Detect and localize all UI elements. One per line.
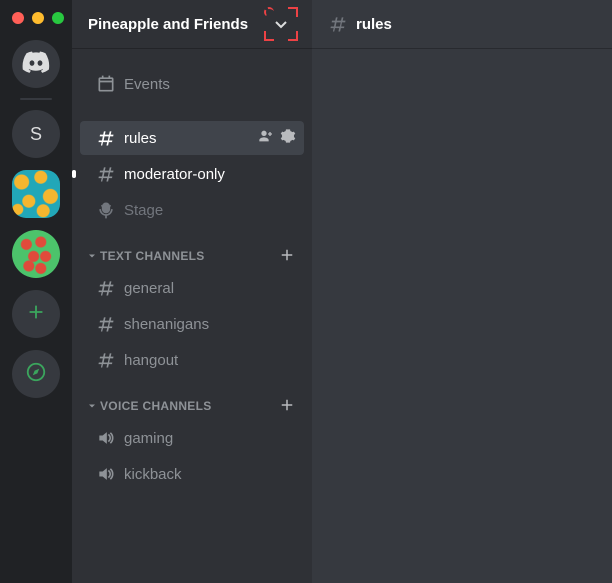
channel-gaming[interactable]: gaming (80, 421, 304, 455)
channel-label: moderator-only (124, 166, 296, 183)
server-header[interactable]: Pineapple and Friends (72, 0, 312, 48)
channel-label: general (124, 280, 296, 297)
plus-icon (25, 301, 47, 328)
create-channel-button[interactable] (278, 396, 296, 417)
channel-kickback[interactable]: kickback (80, 457, 304, 491)
channel-label: Stage (124, 202, 296, 219)
channel-moderator-only[interactable]: moderator-only (80, 157, 304, 191)
home-button[interactable] (12, 40, 60, 88)
caret-down-icon (86, 250, 98, 262)
channel-shenanigans[interactable]: shenanigans (80, 307, 304, 341)
channel-hangout[interactable]: hangout (80, 343, 304, 377)
discord-logo-icon (22, 51, 50, 78)
create-channel-button[interactable] (278, 246, 296, 267)
explore-servers-button[interactable] (12, 350, 60, 398)
category-title: VOICE CHANNELS (100, 399, 278, 413)
channel-rules[interactable]: rules (80, 121, 304, 155)
calendar-icon (96, 74, 116, 94)
events-label: Events (124, 76, 296, 93)
channel-label: shenanigans (124, 316, 296, 333)
server-avatar-pineapple[interactable] (12, 170, 60, 218)
server-menu-button[interactable] (266, 9, 296, 39)
rail-separator (20, 98, 52, 100)
channel-label: hangout (124, 352, 296, 369)
server-name: Pineapple and Friends (88, 16, 266, 33)
app-root: S Pineapple and Friends Events (0, 0, 612, 583)
minimize-window-icon[interactable] (32, 12, 44, 24)
close-window-icon[interactable] (12, 12, 24, 24)
channel-label: gaming (124, 430, 296, 447)
hash-icon (328, 14, 348, 34)
hash-icon (96, 164, 116, 184)
channel-general[interactable]: general (80, 271, 304, 305)
events-row[interactable]: Events (80, 67, 304, 101)
channel-title: rules (356, 16, 392, 33)
channel-actions (258, 128, 296, 148)
channel-label: kickback (124, 466, 296, 483)
speaker-icon (96, 428, 116, 448)
hash-icon (96, 314, 116, 334)
hash-icon (96, 350, 116, 370)
server-initial: S (30, 124, 42, 145)
compass-icon (25, 361, 47, 388)
category-voice-channels[interactable]: VOICE CHANNELS (80, 394, 304, 418)
hash-icon (96, 278, 116, 298)
main-area: rules (312, 0, 612, 583)
category-title: TEXT CHANNELS (100, 249, 278, 263)
server-avatar-letter[interactable]: S (12, 110, 60, 158)
category-text-channels[interactable]: TEXT CHANNELS (80, 244, 304, 268)
server-rail: S (0, 0, 72, 583)
channel-label: rules (124, 130, 250, 147)
channel-header: rules (312, 0, 612, 48)
chevron-down-icon (272, 15, 290, 33)
fullscreen-window-icon[interactable] (52, 12, 64, 24)
invite-icon[interactable] (258, 128, 274, 148)
message-area[interactable] (312, 48, 612, 583)
caret-down-icon (86, 400, 98, 412)
channel-stage[interactable]: Stage (80, 193, 304, 227)
server-avatar-fruit[interactable] (12, 230, 60, 278)
add-server-button[interactable] (12, 290, 60, 338)
speaker-icon (96, 464, 116, 484)
channel-sidebar: Pineapple and Friends Events rules (72, 0, 312, 583)
window-traffic-lights (0, 6, 72, 34)
stage-icon (96, 200, 116, 220)
hash-icon (96, 128, 116, 148)
gear-icon[interactable] (280, 128, 296, 148)
